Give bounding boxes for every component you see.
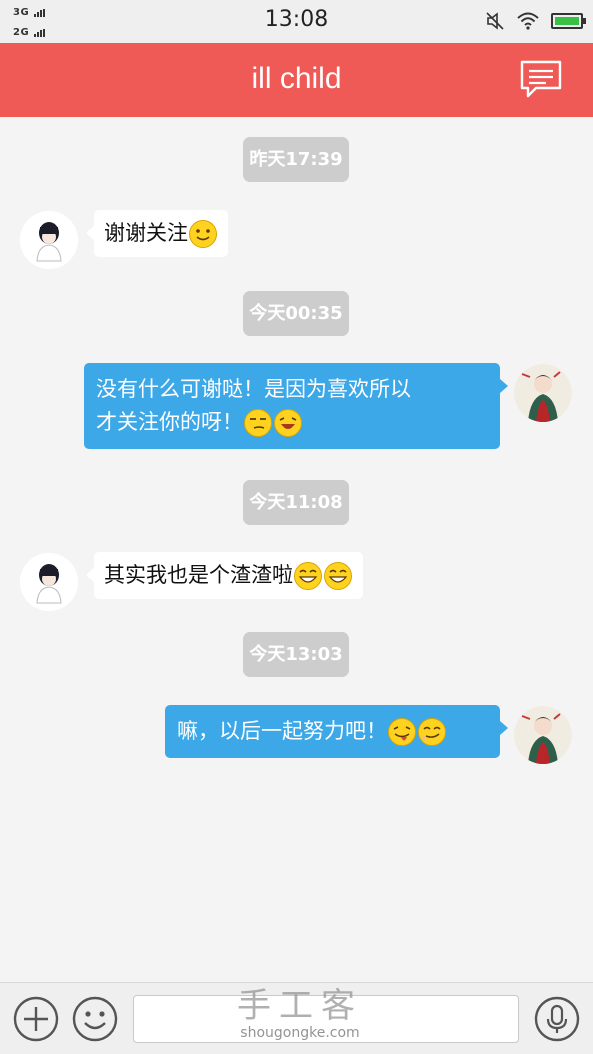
contact-avatar[interactable] bbox=[20, 211, 78, 269]
message-input[interactable] bbox=[133, 995, 519, 1043]
message-text: 其实我也是个渣渣啦 bbox=[104, 563, 293, 587]
received-message[interactable]: 其实我也是个渣渣啦 bbox=[86, 552, 363, 599]
message-text-line: 没有什么可谢哒！是因为喜欢所以 bbox=[96, 377, 411, 401]
smirk-emoji-icon bbox=[418, 718, 446, 746]
laugh-emoji-icon bbox=[274, 409, 302, 437]
received-message[interactable]: 谢谢关注 bbox=[86, 210, 228, 257]
mute-icon bbox=[486, 12, 504, 30]
wifi-icon bbox=[517, 12, 539, 30]
chat-header: ill child bbox=[0, 43, 593, 117]
smile-emoji-icon bbox=[189, 220, 217, 248]
plus-circle-icon[interactable] bbox=[12, 995, 60, 1043]
timestamp: 今天00:35 bbox=[243, 291, 349, 336]
grin-emoji-icon bbox=[324, 562, 352, 590]
message-text: 谢谢关注 bbox=[104, 221, 188, 245]
input-bar bbox=[0, 982, 593, 1054]
status-bar: 3G 2G 13:08 bbox=[0, 0, 593, 43]
contact-avatar[interactable] bbox=[20, 553, 78, 611]
timestamp: 今天11:08 bbox=[243, 480, 349, 525]
grin-emoji-icon bbox=[294, 562, 322, 590]
chat-area[interactable]: 昨天17:39 谢谢关注 今天00:35 没有什么可谢哒！是因为喜欢所以 才关注… bbox=[0, 117, 593, 982]
chat-title: ill child bbox=[251, 62, 342, 95]
timestamp: 昨天17:39 bbox=[243, 137, 349, 182]
user-avatar[interactable] bbox=[514, 364, 572, 422]
sly-emoji-icon bbox=[244, 409, 272, 437]
timestamp: 今天13:03 bbox=[243, 632, 349, 677]
sent-message[interactable]: 没有什么可谢哒！是因为喜欢所以 才关注你的呀！ bbox=[84, 363, 508, 449]
microphone-icon[interactable] bbox=[533, 995, 581, 1043]
message-icon[interactable] bbox=[520, 60, 562, 100]
user-avatar[interactable] bbox=[514, 706, 572, 764]
tongue-emoji-icon bbox=[388, 718, 416, 746]
sent-message[interactable]: 嘛，以后一起努力吧！ bbox=[165, 705, 508, 758]
message-text-line: 才关注你的呀！ bbox=[96, 410, 243, 434]
message-text: 嘛，以后一起努力吧！ bbox=[177, 719, 387, 743]
battery-icon bbox=[551, 13, 586, 29]
smiley-icon[interactable] bbox=[71, 995, 119, 1043]
